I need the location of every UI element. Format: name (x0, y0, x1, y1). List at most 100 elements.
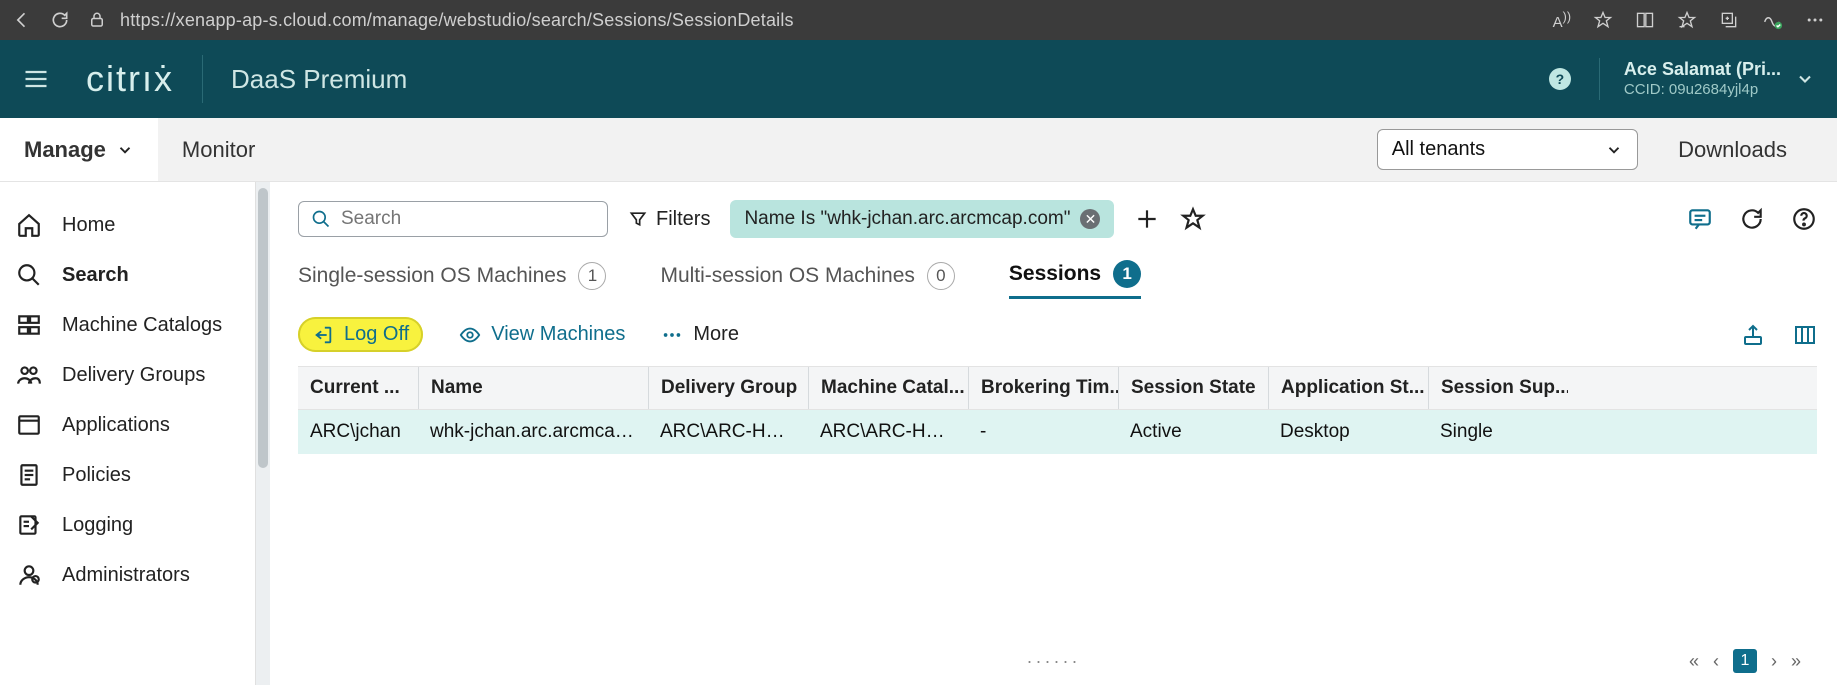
chevron-down-icon (1605, 141, 1623, 159)
tab-multi-session[interactable]: Multi-session OS Machines 0 (660, 262, 954, 298)
help-icon[interactable]: ? (1549, 68, 1571, 90)
action-label: View Machines (491, 323, 625, 346)
sidebar-item-machine-catalogs[interactable]: Machine Catalogs (0, 300, 255, 350)
sidebar-item-administrators[interactable]: Administrators (0, 550, 255, 600)
filters-button[interactable]: Filters (628, 208, 710, 231)
col-application-state[interactable]: Application St... (1268, 367, 1428, 409)
sidebar-item-search[interactable]: Search (0, 250, 255, 300)
pager-next[interactable]: › (1771, 651, 1777, 672)
tab-label: Multi-session OS Machines (660, 264, 914, 288)
app-header: citrıẋ DaaS Premium ? Ace Salamat (Pri..… (0, 40, 1837, 118)
split-screen-icon[interactable] (1635, 10, 1655, 30)
refresh-icon[interactable] (50, 10, 70, 30)
performance-icon[interactable] (1761, 9, 1783, 31)
tab-label: Single-session OS Machines (298, 264, 566, 288)
feedback-icon[interactable] (1687, 206, 1713, 232)
user-ccid: CCID: 09u2684yjl4p (1624, 81, 1781, 100)
tab-sessions[interactable]: Sessions 1 (1009, 260, 1141, 299)
search-field[interactable] (341, 208, 595, 230)
result-tabs: Single-session OS Machines 1 Multi-sessi… (298, 260, 1817, 299)
action-bar: Log Off View Machines More (298, 317, 1817, 352)
cell: ARC\ARC-HK-... (648, 421, 808, 443)
chevron-down-icon (1795, 69, 1815, 89)
scrollbar[interactable] (256, 182, 270, 685)
admin-icon (16, 562, 42, 588)
collections-icon[interactable] (1719, 10, 1739, 30)
more-button[interactable]: More (661, 323, 739, 346)
add-icon[interactable] (1134, 206, 1160, 232)
star-icon[interactable] (1180, 206, 1206, 232)
sidebar-item-label: Administrators (62, 564, 190, 587)
col-machine-catalog[interactable]: Machine Catal... (808, 367, 968, 409)
more-icon (661, 324, 683, 346)
divider (202, 55, 203, 103)
sidebar-item-label: Search (62, 264, 129, 287)
columns-icon[interactable] (1793, 323, 1817, 347)
favorites-list-icon[interactable] (1677, 10, 1697, 30)
export-icon[interactable] (1741, 323, 1765, 347)
help-icon[interactable] (1791, 206, 1817, 232)
tab-monitor[interactable]: Monitor (158, 118, 279, 181)
address-bar[interactable]: https://xenapp-ap-s.cloud.com/manage/web… (88, 10, 1535, 31)
refresh-icon[interactable] (1739, 206, 1765, 232)
action-label: More (693, 323, 739, 346)
sidebar: Home Search Machine Catalogs Delivery Gr… (0, 182, 256, 685)
tab-count: 1 (1113, 260, 1141, 288)
pager-prev[interactable]: ‹ (1713, 651, 1719, 672)
read-aloud-icon[interactable]: A)) (1553, 10, 1571, 31)
col-session-support[interactable]: Session Sup... (1428, 367, 1568, 409)
toolbar: Filters Name Is "whk-jchan.arc.arcmcap.c… (298, 200, 1817, 238)
group-icon (16, 362, 42, 388)
favorite-icon[interactable] (1593, 10, 1613, 30)
view-machines-button[interactable]: View Machines (459, 323, 625, 346)
url-text: https://xenapp-ap-s.cloud.com/manage/web… (120, 10, 794, 31)
sidebar-item-label: Policies (62, 464, 131, 487)
sidebar-item-home[interactable]: Home (0, 200, 255, 250)
logoff-button[interactable]: Log Off (298, 317, 423, 352)
sidebar-item-logging[interactable]: Logging (0, 500, 255, 550)
menu-icon[interactable] (22, 65, 50, 93)
tenant-selected: All tenants (1392, 138, 1485, 161)
downloads-link[interactable]: Downloads (1638, 137, 1837, 163)
catalog-icon (16, 312, 42, 338)
tenant-select[interactable]: All tenants (1377, 129, 1638, 170)
cell: ARC\ARC-HK-... (808, 421, 968, 443)
cell: whk-jchan.arc.arcmcap.co... (418, 421, 648, 443)
sidebar-item-label: Applications (62, 414, 170, 437)
tab-manage[interactable]: Manage (0, 118, 158, 181)
sidebar-item-label: Delivery Groups (62, 364, 205, 387)
table-row[interactable]: ARC\jchan whk-jchan.arc.arcmcap.co... AR… (298, 410, 1817, 454)
pager-current[interactable]: 1 (1733, 649, 1757, 673)
search-icon (311, 209, 331, 229)
resize-handle-icon[interactable]: ······ (1027, 651, 1081, 672)
col-current-user[interactable]: Current ... (298, 367, 418, 409)
table-header: Current ... Name Delivery Group Machine … (298, 366, 1817, 410)
product-name: DaaS Premium (231, 64, 407, 95)
col-session-state[interactable]: Session State (1118, 367, 1268, 409)
main-content: Filters Name Is "whk-jchan.arc.arcmcap.c… (270, 182, 1837, 685)
chip-text: Name Is "whk-jchan.arc.arcmcap.com" (744, 208, 1070, 230)
tab-label: Manage (24, 137, 106, 163)
col-name[interactable]: Name (418, 367, 648, 409)
cell: Desktop (1268, 421, 1428, 443)
filters-label: Filters (656, 208, 710, 231)
lock-icon (88, 11, 106, 29)
user-menu[interactable]: Ace Salamat (Pri... CCID: 09u2684yjl4p (1599, 58, 1815, 99)
sidebar-item-applications[interactable]: Applications (0, 400, 255, 450)
more-icon[interactable] (1805, 10, 1825, 30)
chevron-down-icon (116, 141, 134, 159)
chip-remove-icon[interactable]: ✕ (1080, 209, 1100, 229)
search-input[interactable] (298, 201, 608, 237)
sidebar-item-policies[interactable]: Policies (0, 450, 255, 500)
tab-label: Sessions (1009, 262, 1101, 286)
col-delivery-group[interactable]: Delivery Group (648, 367, 808, 409)
filter-chip[interactable]: Name Is "whk-jchan.arc.arcmcap.com" ✕ (730, 200, 1114, 238)
logging-icon (16, 512, 42, 538)
pager-last[interactable]: » (1791, 651, 1801, 672)
tab-single-session[interactable]: Single-session OS Machines 1 (298, 262, 606, 298)
back-icon[interactable] (12, 10, 32, 30)
col-brokering-time[interactable]: Brokering Tim... (968, 367, 1118, 409)
apps-icon (16, 412, 42, 438)
sidebar-item-delivery-groups[interactable]: Delivery Groups (0, 350, 255, 400)
pager-first[interactable]: « (1689, 651, 1699, 672)
